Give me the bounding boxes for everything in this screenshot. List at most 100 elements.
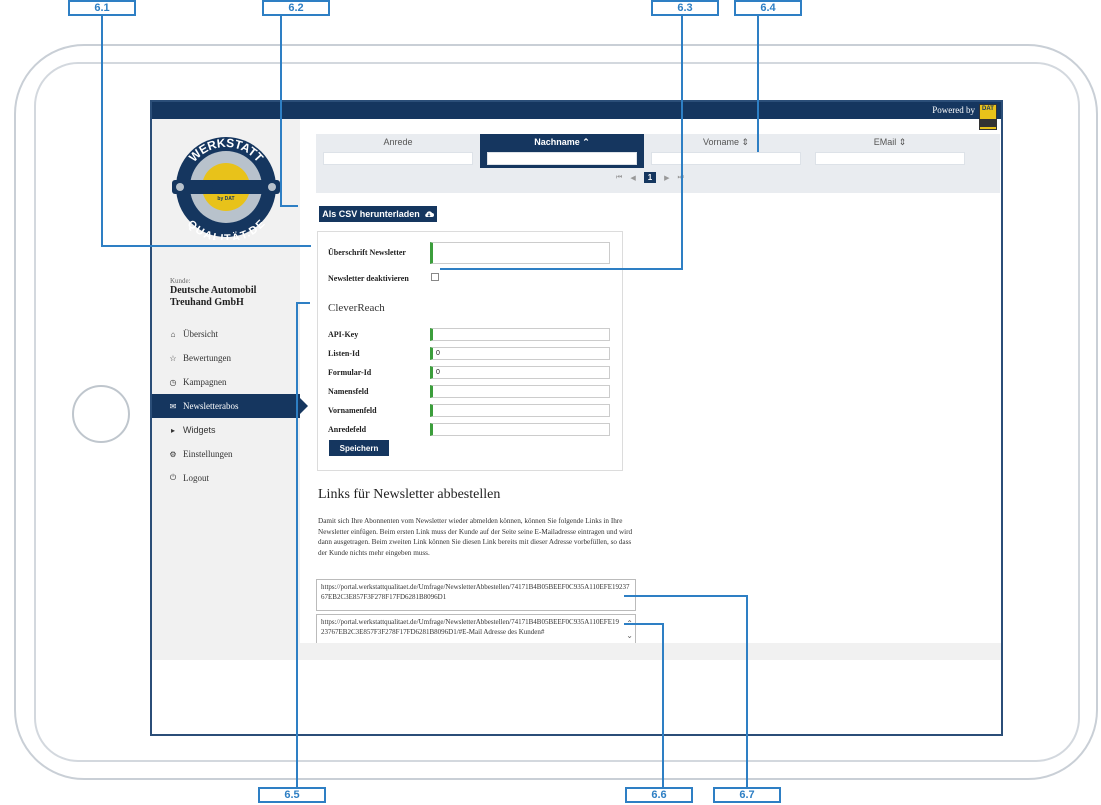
logo-center-text: by DAT: [217, 196, 234, 202]
callout-6-7: 6.7: [713, 787, 781, 803]
customer-info: Kunde: Deutsche Automobil Treuhand GmbH: [170, 277, 280, 309]
home-icon: ⌂: [170, 329, 176, 339]
dat-logo-text: DAT: [982, 106, 994, 112]
callout-line: [662, 623, 664, 788]
listen-id-label: Listen-Id: [328, 349, 360, 358]
sidebar-item-bewertungen[interactable]: ☆ Bewertungen: [152, 346, 300, 370]
csv-download-label: Als CSV herunterladen: [322, 209, 420, 219]
sidebar-item-logout[interactable]: ⏻ Logout: [152, 466, 300, 490]
unsubscribe-link-prefilled-text: https://portal.werkstattqualitaet.de/Umf…: [321, 618, 619, 636]
anredefeld-label: Anredefeld: [328, 425, 367, 434]
callout-6-2: 6.2: [262, 0, 330, 16]
vornamenfeld-label: Vornamenfeld: [328, 406, 377, 415]
csv-download-button[interactable]: Als CSV herunterladen: [319, 206, 437, 222]
callout-line: [624, 595, 748, 597]
filter-input-email[interactable]: [815, 152, 965, 165]
caret-right-icon: ▸: [170, 425, 175, 435]
sidebar-item-einstellungen[interactable]: ⚙ Einstellungen: [152, 442, 300, 466]
textarea-scrollbar[interactable]: ⌃ ⌄: [626, 618, 633, 642]
callout-line: [624, 623, 664, 625]
sidebar-item-label: Einstellungen: [183, 449, 233, 459]
callout-line: [746, 595, 748, 788]
pagination: ⏮ ◀ 1 ▶ ⏭: [616, 172, 684, 183]
page-number-current[interactable]: 1: [643, 172, 657, 183]
vornamenfeld-input[interactable]: [430, 404, 610, 417]
listen-id-input[interactable]: 0: [430, 347, 610, 360]
sidebar-item-label: Widgets: [183, 425, 216, 435]
first-page-button[interactable]: ⏮: [616, 174, 622, 182]
sidebar-item-label: Übersicht: [183, 329, 218, 339]
deactivate-label: Newsletter deaktivieren: [328, 274, 409, 283]
unsubscribe-title: Links für Newsletter abbestellen: [318, 487, 501, 502]
sidebar: WERKSTATT QUALITÄT.DE by DAT Kunde: Deut…: [152, 119, 308, 643]
save-button[interactable]: Speichern: [329, 440, 389, 456]
callout-6-1: 6.1: [68, 0, 136, 16]
callout-line: [757, 14, 759, 152]
column-anrede[interactable]: Anrede: [316, 134, 480, 168]
namensfeld-label: Namensfeld: [328, 387, 369, 396]
callout-line: [296, 302, 298, 788]
anredefeld-input[interactable]: [430, 423, 610, 436]
filter-input-nachname[interactable]: [487, 152, 637, 165]
dat-logo: DAT: [979, 104, 997, 130]
star-icon: ☆: [169, 353, 177, 363]
powered-by-label: Powered by: [932, 105, 975, 115]
column-header[interactable]: Vorname ⇕: [644, 134, 808, 150]
callout-line: [101, 245, 311, 247]
column-vorname[interactable]: Vorname ⇕: [644, 134, 808, 168]
sidebar-item-kampagnen[interactable]: ◷ Kampagnen: [152, 370, 300, 394]
newsletter-settings-panel: Überschrift Newsletter Newsletter deakti…: [317, 231, 623, 471]
unsubscribe-description: Damit sich Ihre Abonnenten vom Newslette…: [318, 517, 633, 557]
unsubscribe-link-field[interactable]: https://portal.werkstattqualitaet.de/Umf…: [316, 579, 636, 611]
column-email[interactable]: EMail ⇕: [808, 134, 972, 168]
sidebar-item-newsletterabos[interactable]: ✉ Newsletterabos: [152, 394, 308, 418]
cloud-download-icon: [424, 211, 434, 217]
power-icon: ⏻: [169, 473, 177, 482]
envelope-icon: ✉: [169, 401, 177, 411]
formular-id-input[interactable]: 0: [430, 366, 610, 379]
scroll-down-icon[interactable]: ⌄: [626, 630, 633, 642]
callout-line: [681, 14, 683, 269]
subscriber-grid: Anrede Nachname ⌃ Vorname ⇕ EMail ⇕ ⏮ ◀ …: [316, 134, 1000, 193]
callout-6-3: 6.3: [651, 0, 719, 16]
callout-6-5: 6.5: [258, 787, 326, 803]
headline-input[interactable]: [430, 242, 610, 264]
callout-line: [296, 302, 310, 304]
column-header[interactable]: Nachname ⌃: [480, 134, 644, 150]
callout-6-6: 6.6: [625, 787, 693, 803]
sidebar-item-label: Logout: [183, 473, 209, 483]
next-page-button[interactable]: ▶: [664, 174, 669, 182]
filter-input-anrede[interactable]: [323, 152, 473, 165]
clock-icon: ◷: [169, 377, 177, 387]
callout-6-4: 6.4: [734, 0, 802, 16]
headline-label: Überschrift Newsletter: [328, 248, 406, 257]
api-key-label: API-Key: [328, 330, 359, 339]
werkstatt-qualitaet-logo: WERKSTATT QUALITÄT.DE by DAT: [172, 136, 280, 240]
deactivate-checkbox[interactable]: [431, 273, 439, 281]
callout-line: [440, 268, 683, 270]
callout-line: [280, 14, 282, 206]
gear-icon: ⚙: [169, 449, 177, 459]
footer-band: [152, 643, 1001, 660]
sidebar-item-label: Bewertungen: [183, 353, 231, 363]
app-screen: Powered by DAT WERKSTATT QUALITÄT.DE by …: [150, 100, 1003, 736]
cleverreach-title: CleverReach: [328, 302, 385, 314]
sidebar-item-label: Kampagnen: [183, 377, 227, 387]
customer-label: Kunde:: [170, 277, 191, 285]
sidebar-item-label: Newsletterabos: [183, 401, 239, 411]
sidebar-item-widgets[interactable]: ▸ Widgets: [152, 418, 300, 442]
column-header[interactable]: Anrede: [316, 134, 480, 150]
api-key-input[interactable]: [430, 328, 610, 341]
namensfeld-input[interactable]: [430, 385, 610, 398]
formular-id-label: Formular-Id: [328, 368, 372, 377]
callout-line: [101, 14, 103, 246]
callout-line: [280, 205, 298, 207]
sidebar-nav: ⌂ Übersicht ☆ Bewertungen ◷ Kampagnen ✉ …: [152, 322, 308, 490]
tablet-home-button: [72, 385, 130, 443]
filter-input-vorname[interactable]: [651, 152, 801, 165]
column-nachname[interactable]: Nachname ⌃: [480, 134, 644, 168]
prev-page-button[interactable]: ◀: [630, 174, 635, 182]
customer-name: Deutsche Automobil Treuhand GmbH: [170, 285, 257, 308]
sidebar-item-uebersicht[interactable]: ⌂ Übersicht: [152, 322, 300, 346]
column-header[interactable]: EMail ⇕: [808, 134, 972, 150]
